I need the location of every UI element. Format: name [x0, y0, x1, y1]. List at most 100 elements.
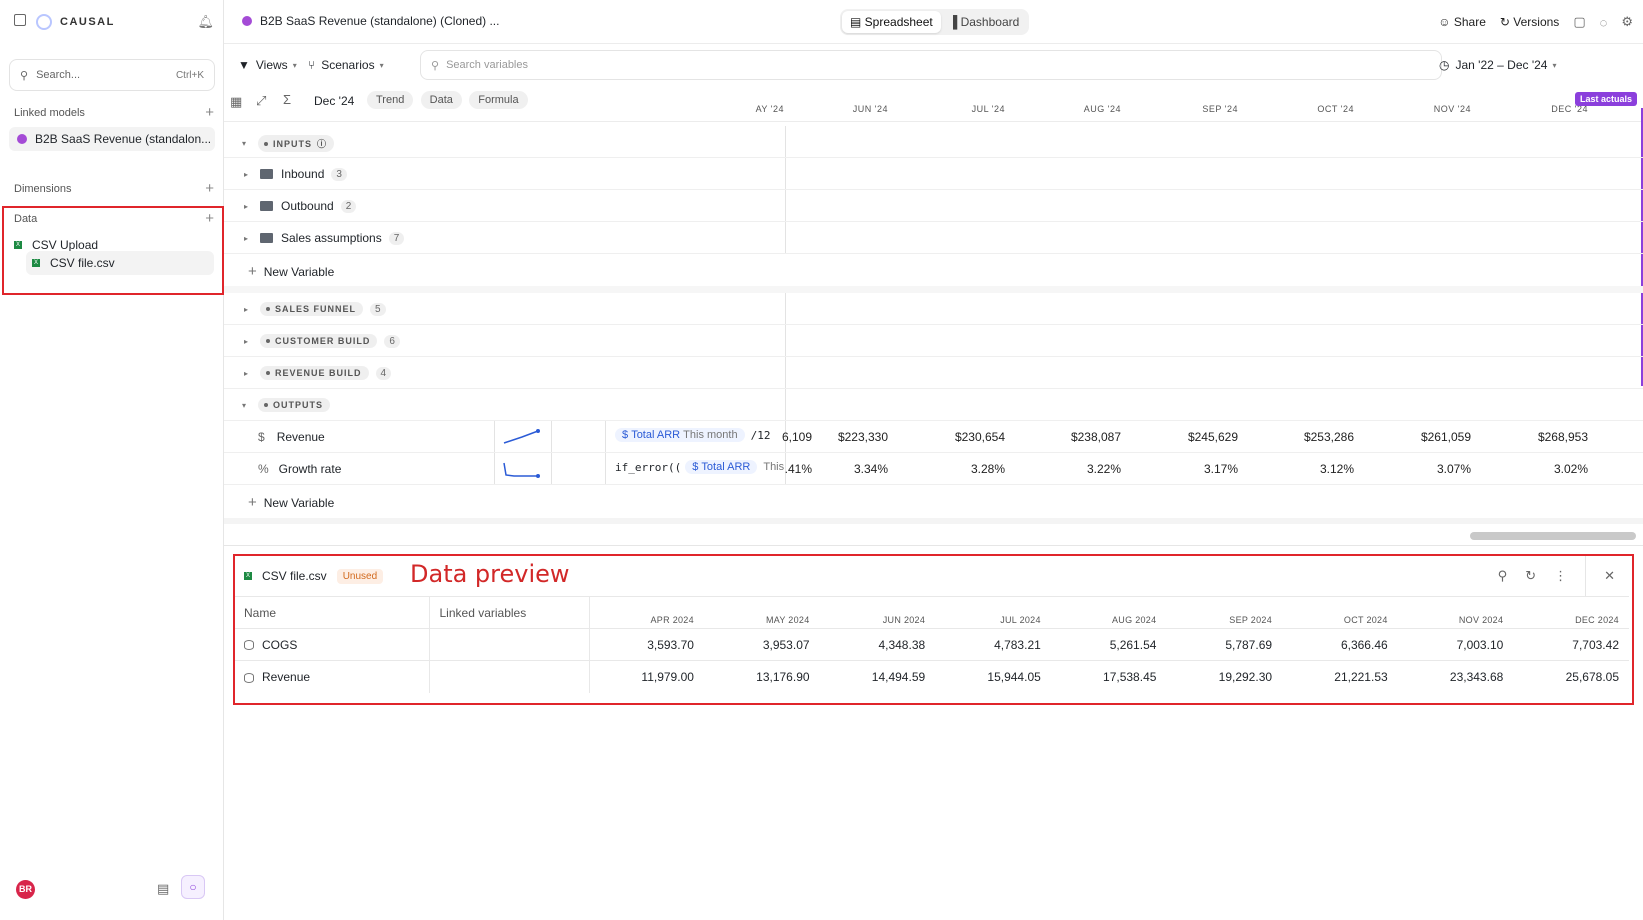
gear-icon[interactable]: ⚙: [1621, 14, 1633, 30]
chevron-down-icon: ▾: [379, 60, 384, 70]
group-pill: SALES FUNNEL: [260, 302, 364, 316]
document-title[interactable]: B2B SaaS Revenue (standalone) (Cloned) .…: [242, 14, 499, 28]
value-cell[interactable]: $230,654: [905, 430, 1005, 444]
scenarios-dropdown[interactable]: ⑂ Scenarios ▾: [308, 58, 384, 72]
help-icon[interactable]: ⓘ: [317, 137, 327, 150]
trend-sparkline: [503, 462, 540, 478]
dimensions-header: Dimensions +: [14, 180, 214, 197]
folder-row-outbound[interactable]: ▸ Outbound 2: [224, 190, 1643, 222]
value-cell[interactable]: 3.17%: [1138, 462, 1238, 476]
views-dropdown[interactable]: ▼ Views ▾: [238, 58, 297, 72]
group-pill: REVENUE BUILD: [260, 366, 369, 380]
expand-icon[interactable]: ⤢: [256, 93, 266, 109]
caret-right-icon[interactable]: ▸: [244, 337, 254, 346]
tab-spreadsheet-label: Spreadsheet: [864, 15, 933, 29]
variable-label: Growth rate: [278, 462, 342, 476]
search-icon: ⚲: [20, 69, 29, 82]
history-icon: ↻: [1499, 15, 1514, 29]
group-row-sales-funnel[interactable]: ▸ SALES FUNNEL 5: [224, 293, 1643, 325]
calendar-icon[interactable]: ▦: [230, 94, 242, 110]
value-cell[interactable]: 3.12%: [1254, 462, 1354, 476]
book-icon[interactable]: ▤: [157, 881, 169, 897]
value-cell[interactable]: $261,059: [1371, 430, 1471, 444]
trend-toggle[interactable]: Trend: [367, 91, 414, 109]
folder-icon: [260, 169, 273, 179]
caret-right-icon[interactable]: ▸: [244, 234, 254, 243]
avatar[interactable]: BR: [16, 880, 35, 899]
document-title-text: B2B SaaS Revenue (standalone) (Cloned) .…: [260, 14, 500, 28]
group-label: REVENUE BUILD: [275, 368, 362, 378]
formula-text: if_error((: [615, 460, 682, 474]
folder-icon: [260, 233, 273, 243]
group-row-inputs[interactable]: ▾ INPUTS ⓘ: [224, 126, 1643, 158]
share-button[interactable]: ☺ Share: [1438, 15, 1486, 29]
sidebar-toggle-icon[interactable]: [14, 14, 26, 26]
sidebar-search[interactable]: ⚲ Search... Ctrl+K: [9, 59, 215, 91]
value-cell[interactable]: $245,629: [1138, 430, 1238, 444]
add-linked-model-button[interactable]: +: [205, 104, 214, 121]
caret-right-icon[interactable]: ▸: [244, 369, 254, 378]
variable-search-input[interactable]: ⚲ Search variables: [420, 50, 1442, 80]
comment-icon[interactable]: ▢: [1573, 14, 1585, 30]
caret-right-icon[interactable]: ▸: [244, 305, 254, 314]
value-cell[interactable]: $253,286: [1254, 430, 1354, 444]
horizontal-scrollbar[interactable]: [1470, 532, 1636, 540]
bell-icon[interactable]: 🔔︎: [197, 14, 214, 30]
views-label: Views: [255, 58, 288, 72]
annotation-box-data: [2, 206, 224, 295]
linked-models-label: Linked models: [14, 106, 85, 119]
folder-row-sales-assumptions[interactable]: ▸ Sales assumptions 7: [224, 222, 1643, 254]
group-row-customer-build[interactable]: ▸ CUSTOMER BUILD 6: [224, 325, 1643, 357]
group-label: SALES FUNNEL: [275, 304, 357, 314]
variable-row-growth-rate[interactable]: % Growth rate if_error(( $ Total ARR This…: [224, 453, 1643, 485]
percent-icon: %: [258, 462, 269, 476]
group-row-outputs[interactable]: ▾ OUTPUTS: [224, 389, 1643, 421]
value-cell[interactable]: $223,330: [788, 430, 888, 444]
caret-right-icon[interactable]: ▸: [244, 202, 254, 211]
chevron-down-icon: ▾: [1552, 60, 1557, 70]
value-cell[interactable]: 3.22%: [1021, 462, 1121, 476]
group-label: INPUTS: [273, 138, 313, 149]
value-cell[interactable]: 3.28%: [905, 462, 1005, 476]
chip-label: Total ARR: [631, 429, 681, 441]
tab-dashboard[interactable]: ▐ Dashboard: [941, 11, 1028, 33]
formula-toggle[interactable]: Formula: [469, 91, 528, 109]
new-variable-row[interactable]: + New Variable: [224, 254, 1643, 286]
chat-icon[interactable]: ○: [181, 875, 205, 899]
data-toggle[interactable]: Data: [420, 91, 462, 109]
date-range-picker[interactable]: ◷ Jan '22 – Dec '24 ▾: [1439, 58, 1556, 72]
value-cell[interactable]: 3.07%: [1371, 462, 1471, 476]
folder-row-inbound[interactable]: ▸ Inbound 3: [224, 158, 1643, 190]
tab-spreadsheet[interactable]: ▤ Spreadsheet: [842, 11, 941, 33]
toolbar: ▼ Views ▾ ⑂ Scenarios ▾ ⚲ Search variables ◷…: [224, 50, 1643, 84]
value-cell[interactable]: 3.02%: [1488, 462, 1588, 476]
value-cell[interactable]: 3.34%: [788, 462, 888, 476]
variable-row-revenue[interactable]: $ Revenue $ Total ARR This month /12 6,10…: [224, 421, 1643, 453]
month-header: NOV '24: [1433, 104, 1471, 114]
plus-icon: +: [248, 494, 257, 511]
caret-down-icon[interactable]: ▾: [242, 401, 252, 410]
caret-right-icon[interactable]: ▸: [244, 170, 254, 179]
add-dimension-button[interactable]: +: [205, 180, 214, 197]
value-cell[interactable]: $238,087: [1021, 430, 1121, 444]
variable-search-placeholder: Search variables: [446, 59, 528, 71]
chevron-down-icon: ▾: [292, 60, 297, 70]
group-count: 6: [384, 334, 400, 348]
model-icon: [17, 134, 27, 144]
brand-name: CAUSAL: [60, 16, 115, 28]
plus-icon: +: [248, 263, 257, 280]
folder-label: Inbound: [281, 167, 325, 181]
chat-bubbles-icon[interactable]: ◌: [1600, 15, 1608, 30]
value-cell[interactable]: $268,953: [1488, 430, 1588, 444]
search-shortcut: Ctrl+K: [175, 69, 204, 81]
group-row-revenue-build[interactable]: ▸ REVENUE BUILD 4: [224, 357, 1643, 389]
caret-down-icon[interactable]: ▾: [242, 139, 252, 148]
versions-button[interactable]: ↻ Versions: [1500, 15, 1559, 29]
selected-date[interactable]: Dec '24: [314, 94, 354, 108]
sum-icon[interactable]: Σ: [283, 92, 291, 107]
bar-chart-icon: ▐: [948, 15, 961, 29]
trend-sparkline: [503, 429, 540, 444]
linked-model-item[interactable]: B2B SaaS Revenue (standalon...: [9, 127, 215, 151]
month-header: AY '24: [755, 104, 784, 114]
new-variable-row[interactable]: + New Variable: [224, 485, 1643, 517]
